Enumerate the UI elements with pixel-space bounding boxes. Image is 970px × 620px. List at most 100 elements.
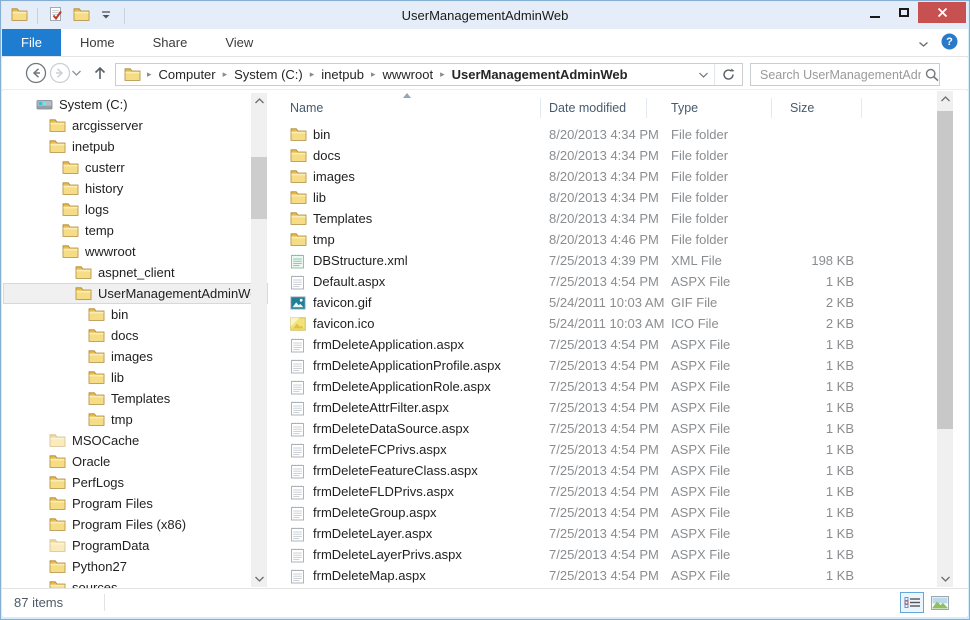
size-cell: 1 KB [772, 568, 862, 583]
tree-item-program-files-x86-[interactable]: Program Files (x86) [3, 514, 268, 535]
file-row[interactable]: frmDeleteGroup.aspx7/25/2013 4:54 PMASPX… [270, 502, 937, 523]
recent-locations-dropdown-icon[interactable] [68, 61, 84, 85]
tree-item-python27[interactable]: Python27 [3, 556, 268, 577]
tab-file[interactable]: File [2, 29, 61, 56]
breadcrumb-item[interactable]: inetpub [318, 67, 367, 82]
type-cell: File folder [647, 148, 772, 163]
tree-item-docs[interactable]: docs [3, 325, 268, 346]
thumbnails-view-button[interactable] [928, 592, 952, 613]
tree-item-usermanagementadminweb[interactable]: UserManagementAdminWeb [3, 283, 268, 304]
breadcrumb-chevron-icon[interactable]: ▸ [143, 70, 156, 80]
tree-item-program-files[interactable]: Program Files [3, 493, 268, 514]
tree-item-tmp[interactable]: tmp [3, 409, 268, 430]
tab-share[interactable]: Share [134, 29, 207, 56]
tree-item-templates[interactable]: Templates [3, 388, 268, 409]
tree-scrollbar-thumb[interactable] [251, 157, 267, 219]
up-button[interactable] [88, 61, 112, 85]
refresh-icon[interactable] [714, 64, 742, 85]
date-modified-cell: 7/25/2013 4:54 PM [541, 547, 647, 562]
file-row[interactable]: frmDeleteApplication.aspx7/25/2013 4:54 … [270, 334, 937, 355]
file-row[interactable]: frmDeleteMap.aspx7/25/2013 4:54 PMASPX F… [270, 565, 937, 586]
tab-view[interactable]: View [206, 29, 272, 56]
search-input[interactable] [751, 68, 925, 82]
tree-item-msocache[interactable]: MSOCache [3, 430, 268, 451]
tree-item-sources[interactable]: sources [3, 577, 268, 588]
tab-home[interactable]: Home [61, 29, 134, 56]
tree-item-lib[interactable]: lib [3, 367, 268, 388]
file-row[interactable]: frmDeleteApplicationRole.aspx7/25/2013 4… [270, 376, 937, 397]
file-row[interactable]: frmDeleteFLDPrivs.aspx7/25/2013 4:54 PMA… [270, 481, 937, 502]
file-row[interactable]: DBStructure.xml7/25/2013 4:39 PMXML File… [270, 250, 937, 271]
breadcrumb-item[interactable]: UserManagementAdminWeb [449, 67, 631, 82]
breadcrumb-item[interactable]: wwwroot [379, 67, 436, 82]
tree-item-system-c-[interactable]: System (C:) [3, 94, 268, 115]
tree-item-bin[interactable]: bin [3, 304, 268, 325]
file-row[interactable]: images8/20/2013 4:34 PMFile folder [270, 166, 937, 187]
breadcrumb-item[interactable]: System (C:) [231, 67, 306, 82]
scroll-up-icon[interactable] [251, 93, 267, 109]
breadcrumb-chevron-icon[interactable]: ▸ [436, 70, 449, 80]
tree-item-images[interactable]: images [3, 346, 268, 367]
back-button[interactable] [24, 61, 48, 85]
scroll-down-icon[interactable] [251, 571, 267, 587]
column-header-date-modified[interactable]: Date modified [541, 98, 647, 118]
tree-item-oracle[interactable]: Oracle [3, 451, 268, 472]
column-header-type[interactable]: Type [647, 98, 772, 118]
breadcrumb-chevron-icon[interactable]: ▸ [367, 70, 380, 80]
file-icon [290, 442, 307, 458]
scroll-down-icon[interactable] [937, 571, 953, 587]
tree-item-logs[interactable]: logs [3, 199, 268, 220]
file-row[interactable]: frmDeleteFeatureClass.aspx7/25/2013 4:54… [270, 460, 937, 481]
file-name: docs [313, 148, 340, 163]
breadcrumb-chevron-icon[interactable]: ▸ [219, 70, 232, 80]
maximize-button[interactable] [889, 2, 918, 23]
file-row[interactable]: Default.aspx7/25/2013 4:54 PMASPX File1 … [270, 271, 937, 292]
list-scrollbar-thumb[interactable] [937, 111, 953, 429]
ribbon-expand-chevron-icon[interactable] [918, 36, 929, 51]
address-dropdown-icon[interactable] [692, 64, 714, 85]
new-folder-icon[interactable] [71, 6, 91, 26]
file-name-cell: favicon.gif [270, 295, 541, 311]
column-header-size[interactable]: Size [772, 98, 862, 118]
tree-item-temp[interactable]: temp [3, 220, 268, 241]
file-row[interactable]: tmp8/20/2013 4:46 PMFile folder [270, 229, 937, 250]
file-row[interactable]: frmDeleteFCPrivs.aspx7/25/2013 4:54 PMAS… [270, 439, 937, 460]
details-view-button[interactable] [900, 592, 924, 613]
tree-item-history[interactable]: history [3, 178, 268, 199]
tree-item-perflogs[interactable]: PerfLogs [3, 472, 268, 493]
file-row[interactable]: frmDeleteAttrFilter.aspx7/25/2013 4:54 P… [270, 397, 937, 418]
file-row[interactable]: bin8/20/2013 4:34 PMFile folder [270, 124, 937, 145]
address-bar[interactable]: ▸Computer▸System (C:)▸inetpub▸wwwroot▸Us… [115, 63, 743, 86]
tree-item-wwwroot[interactable]: wwwroot [3, 241, 268, 262]
file-row[interactable]: frmDeleteLayerPrivs.aspx7/25/2013 4:54 P… [270, 544, 937, 565]
file-row[interactable]: lib8/20/2013 4:34 PMFile folder [270, 187, 937, 208]
tree-item-custerr[interactable]: custerr [3, 157, 268, 178]
qat-customize-icon[interactable] [96, 6, 116, 26]
breadcrumb-item[interactable]: Computer [156, 67, 219, 82]
tree-scrollbar[interactable] [251, 93, 267, 587]
tree-item-aspnet-client[interactable]: aspnet_client [3, 262, 268, 283]
help-icon[interactable]: ? [941, 33, 958, 53]
file-row[interactable]: favicon.gif5/24/2011 10:03 AMGIF File2 K… [270, 292, 937, 313]
list-scrollbar[interactable] [937, 91, 953, 587]
breadcrumb-chevron-icon[interactable]: ▸ [306, 70, 319, 80]
size-cell: 1 KB [772, 400, 862, 415]
file-row[interactable]: frmDeleteLayer.aspx7/25/2013 4:54 PMASPX… [270, 523, 937, 544]
tree-item-inetpub[interactable]: inetpub [3, 136, 268, 157]
tree-item-label: ProgramData [72, 538, 149, 553]
file-row[interactable]: Templates8/20/2013 4:34 PMFile folder [270, 208, 937, 229]
file-row[interactable]: docs8/20/2013 4:34 PMFile folder [270, 145, 937, 166]
file-row[interactable]: frmDeleteApplicationProfile.aspx7/25/201… [270, 355, 937, 376]
column-header-name[interactable]: Name [270, 98, 541, 118]
scroll-up-icon[interactable] [937, 91, 953, 107]
search-icon[interactable] [925, 68, 939, 82]
tree-item-arcgisserver[interactable]: arcgisserver [3, 115, 268, 136]
properties-icon[interactable] [46, 6, 66, 26]
file-row[interactable]: favicon.ico5/24/2011 10:03 AMICO File2 K… [270, 313, 937, 334]
file-row[interactable]: frmDeleteDataSource.aspx7/25/2013 4:54 P… [270, 418, 937, 439]
date-modified-cell: 7/25/2013 4:54 PM [541, 526, 647, 541]
explorer-folder-icon[interactable] [9, 6, 29, 26]
close-button[interactable] [918, 2, 966, 23]
tree-item-programdata[interactable]: ProgramData [3, 535, 268, 556]
minimize-button[interactable] [860, 2, 889, 23]
